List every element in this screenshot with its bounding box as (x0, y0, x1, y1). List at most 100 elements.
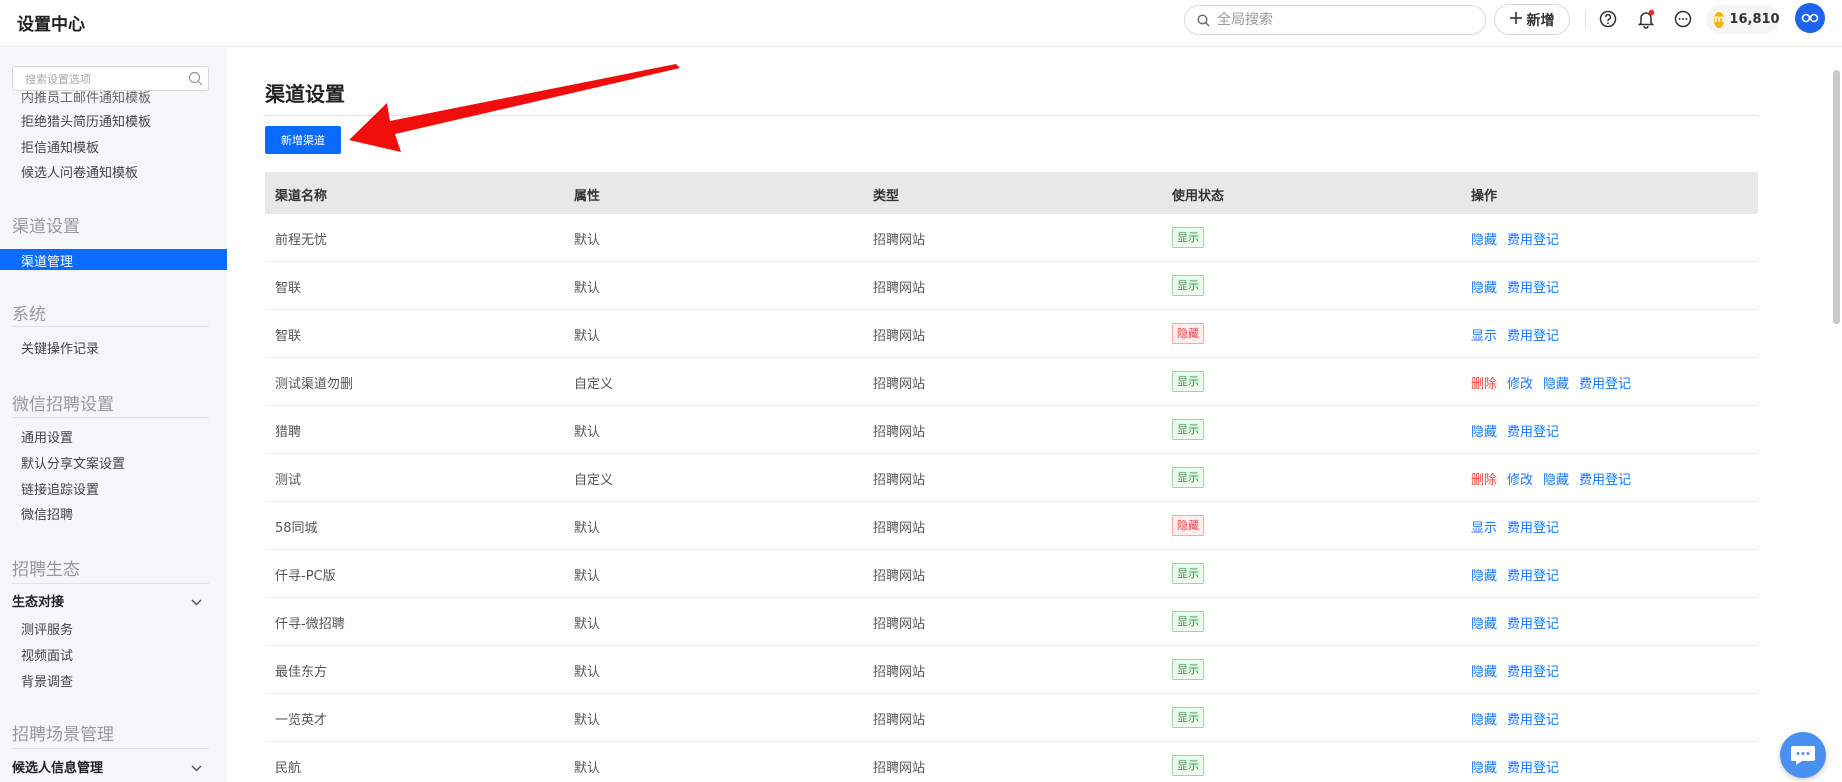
channel-name: 仟寻-微招聘 (275, 617, 345, 632)
row-actions: 隐藏 费用登记 (1471, 277, 1559, 296)
cost-register-link[interactable]: 费用登记 (1507, 757, 1559, 776)
more-icon[interactable] (1673, 9, 1693, 29)
edit-link[interactable]: 修改 (1507, 373, 1533, 392)
channel-name: 智联 (275, 329, 302, 344)
table-row: 智联 默认 招聘网站 隐藏 显示 费用登记 (265, 310, 1758, 358)
cost-register-link[interactable]: 费用登记 (1507, 661, 1559, 680)
channel-attribute: 默认 (574, 233, 601, 248)
global-search[interactable] (1184, 5, 1486, 35)
sidebar-divider (12, 748, 209, 749)
channel-attribute: 默认 (574, 713, 601, 728)
channel-type: 招聘网站 (873, 377, 926, 392)
row-actions: 隐藏 费用登记 (1471, 709, 1559, 728)
cost-register-link[interactable]: 费用登记 (1507, 613, 1559, 632)
hide-link[interactable]: 隐藏 (1471, 661, 1497, 680)
sidebar: 内推员工邮件通知模板 拒绝猎头简历通知模板 拒信通知模板 候选人问卷通知模板 渠… (0, 48, 227, 782)
chat-icon (1791, 746, 1815, 765)
coin-balance[interactable]: m 16,810 (1706, 5, 1780, 34)
row-actions: 隐藏 费用登记 (1471, 421, 1559, 440)
plus-icon (1509, 11, 1522, 28)
channel-type: 招聘网站 (873, 617, 926, 632)
hide-link[interactable]: 隐藏 (1471, 229, 1497, 248)
cost-register-link[interactable]: 费用登记 (1507, 277, 1559, 296)
sidebar-item-general[interactable]: 通用设置 (21, 427, 73, 446)
cost-register-link[interactable]: 费用登记 (1507, 421, 1559, 440)
status-badge: 显示 (1172, 611, 1204, 632)
sidebar-item-background-check[interactable]: 背景调查 (21, 671, 73, 690)
column-header-status: 使用状态 (1172, 189, 1225, 204)
sidebar-item-operation-log[interactable]: 关键操作记录 (21, 338, 99, 357)
global-search-input[interactable] (1217, 10, 1477, 30)
new-button-label: 新增 (1526, 12, 1555, 29)
channel-type: 招聘网站 (873, 665, 926, 680)
avatar[interactable] (1795, 3, 1825, 33)
cost-register-link[interactable]: 费用登记 (1507, 325, 1559, 344)
sidebar-section-channel: 渠道设置 (12, 217, 80, 237)
cost-register-link[interactable]: 费用登记 (1507, 517, 1559, 536)
hide-link[interactable]: 隐藏 (1543, 373, 1569, 392)
sidebar-item-questionnaire[interactable]: 候选人问卷通知模板 (21, 162, 138, 181)
table-row: 测试 自定义 招聘网站 显示 删除 修改 隐藏 费用登记 (265, 454, 1758, 502)
sidebar-group-candidate-info[interactable]: 候选人信息管理 (12, 757, 202, 776)
hide-link[interactable]: 隐藏 (1471, 757, 1497, 776)
status-badge: 显示 (1172, 563, 1204, 584)
add-channel-button[interactable]: 新增渠道 (265, 126, 341, 154)
status-badge: 显示 (1172, 275, 1204, 296)
row-actions: 隐藏 费用登记 (1471, 565, 1559, 584)
sidebar-group-label: 生态对接 (12, 595, 65, 610)
cost-register-link[interactable]: 费用登记 (1507, 565, 1559, 584)
edit-link[interactable]: 修改 (1507, 469, 1533, 488)
cost-register-link[interactable]: 费用登记 (1579, 373, 1631, 392)
column-header-actions: 操作 (1471, 189, 1498, 204)
help-icon[interactable] (1598, 9, 1618, 29)
column-header-type: 类型 (873, 189, 900, 204)
sidebar-item-reject-letter[interactable]: 拒信通知模板 (21, 137, 99, 156)
delete-link[interactable]: 删除 (1471, 469, 1497, 488)
table-body: 前程无忧 默认 招聘网站 显示 隐藏 费用登记 智联 默认 招聘网站 显示 隐藏 费用登记 智联 默认 招聘… (265, 214, 1758, 782)
sidebar-item-reject-headhunter[interactable]: 拒绝猎头简历通知模板 (21, 111, 151, 130)
app-title: 设置中心 (17, 15, 85, 35)
sidebar-item-assessment[interactable]: 测评服务 (21, 619, 73, 638)
sidebar-search[interactable] (12, 66, 209, 91)
sidebar-divider (12, 417, 209, 418)
sidebar-item-video-interview[interactable]: 视频面试 (21, 645, 73, 664)
sidebar-group-label: 候选人信息管理 (12, 761, 104, 776)
page-scrollbar[interactable] (1833, 70, 1840, 324)
bell-icon[interactable] (1636, 9, 1656, 29)
column-header-name: 渠道名称 (275, 189, 328, 204)
cost-register-link[interactable]: 费用登记 (1507, 229, 1559, 248)
sidebar-item-link-tracking[interactable]: 链接追踪设置 (21, 479, 99, 498)
hide-link[interactable]: 隐藏 (1471, 613, 1497, 632)
sidebar-item-share-copy[interactable]: 默认分享文案设置 (21, 453, 125, 472)
table-header: 渠道名称 属性 类型 使用状态 操作 (265, 172, 1758, 214)
channel-type: 招聘网站 (873, 521, 926, 536)
hide-link[interactable]: 隐藏 (1471, 709, 1497, 728)
hide-link[interactable]: 隐藏 (1471, 277, 1497, 296)
new-button[interactable]: 新增 (1494, 4, 1570, 35)
status-badge: 显示 (1172, 419, 1204, 440)
delete-link[interactable]: 删除 (1471, 373, 1497, 392)
cost-register-link[interactable]: 费用登记 (1579, 469, 1631, 488)
sidebar-group-eco-integration[interactable]: 生态对接 (12, 591, 202, 610)
hide-link[interactable]: 隐藏 (1471, 565, 1497, 584)
sidebar-divider (12, 326, 209, 327)
status-badge: 显示 (1172, 707, 1204, 728)
show-link[interactable]: 显示 (1471, 517, 1497, 536)
hide-link[interactable]: 隐藏 (1471, 421, 1497, 440)
show-link[interactable]: 显示 (1471, 325, 1497, 344)
hide-link[interactable]: 隐藏 (1543, 469, 1569, 488)
coin-icon: m (1714, 11, 1725, 28)
sidebar-search-input[interactable] (25, 71, 185, 87)
channel-name: 民航 (275, 761, 302, 776)
page-title: 渠道设置 (265, 82, 345, 106)
channel-attribute: 默认 (574, 281, 601, 296)
sidebar-item-channel-manage[interactable]: 渠道管理 (0, 249, 227, 270)
status-badge: 隐藏 (1172, 323, 1204, 344)
cost-register-link[interactable]: 费用登记 (1507, 709, 1559, 728)
sidebar-item-wechat-recruit[interactable]: 微信招聘 (21, 504, 73, 523)
channel-name: 58同城 (275, 521, 318, 536)
row-actions: 隐藏 费用登记 (1471, 229, 1559, 248)
row-actions: 显示 费用登记 (1471, 517, 1559, 536)
chat-button[interactable] (1780, 732, 1826, 778)
search-icon (188, 71, 203, 90)
